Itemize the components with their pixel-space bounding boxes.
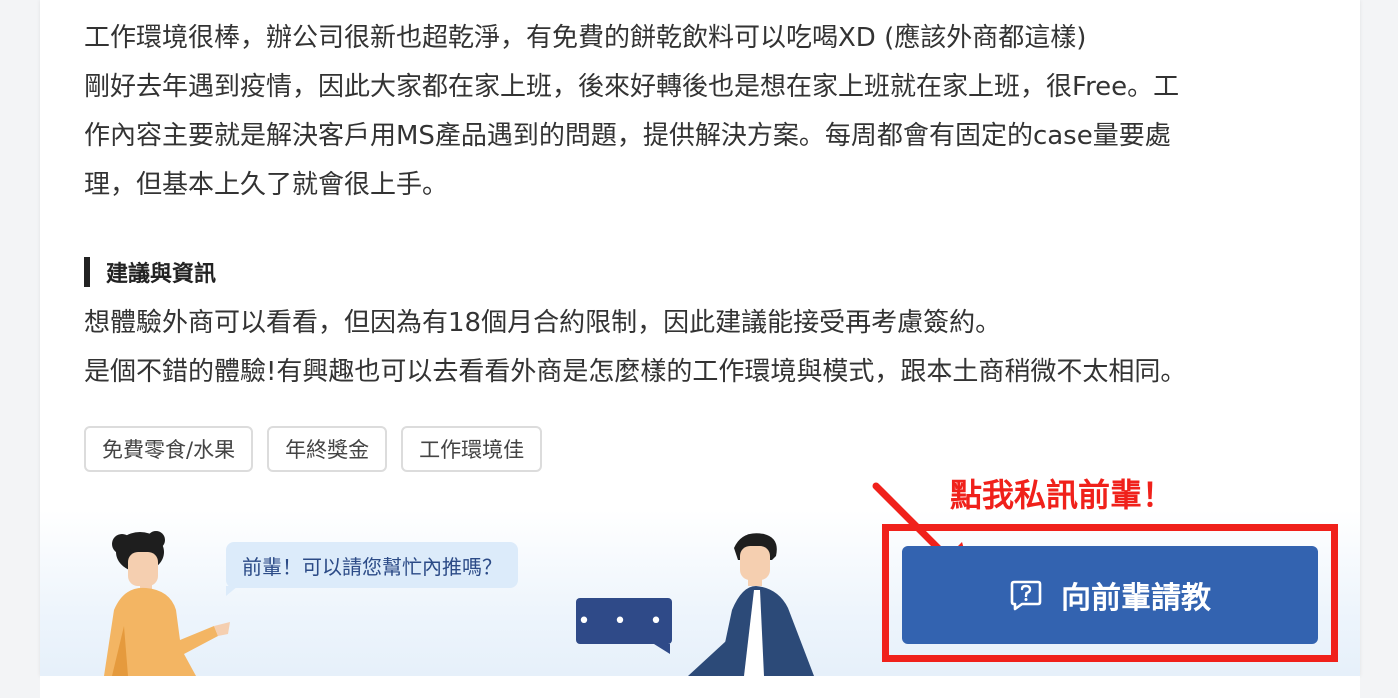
section-heading-bar: [84, 257, 90, 287]
section-heading-text: 建議與資訊: [106, 262, 217, 287]
review-text-line-3: 作內容主要就是解決客戶用MS產品遇到的問題，提供解決方案。每周都會有固定的cas…: [84, 121, 1171, 151]
ask-senior-button[interactable]: 向前輩請教: [902, 546, 1318, 644]
question-message-icon: [1010, 580, 1042, 611]
advice-text-line-2: 是個不錯的體驗!有興趣也可以去看看外商是怎麼樣的工作環境與模式，跟本土商稍微不太…: [84, 357, 1187, 387]
review-text-line-1: 工作環境很棒，辦公司很新也超乾淨，有免費的餅乾飲料可以吃喝XD (應該外商都這樣…: [84, 23, 1087, 53]
junior-person-illustration: [104, 531, 230, 676]
speech-bubble: 前輩！可以請您幫忙內推嗎？: [226, 542, 518, 588]
senior-person-illustration: [688, 533, 814, 676]
tag-free-snacks[interactable]: 免費零食/水果: [84, 426, 254, 472]
speech-bubble-tail: [226, 586, 238, 596]
tag-year-end-bonus[interactable]: 年終獎金: [267, 426, 388, 472]
typing-indicator: • • •: [576, 598, 672, 644]
cta-annotation: 點我私訊前輩！: [950, 476, 1175, 514]
tag-list: 免費零食/水果 年終獎金 工作環境佳: [84, 426, 543, 472]
ask-senior-button-label: 向前輩請教: [1061, 581, 1211, 616]
tag-good-environment[interactable]: 工作環境佳: [401, 426, 543, 472]
review-text-line-2: 剛好去年遇到疫情，因此大家都在家上班，後來好轉後也是想在家上班就在家上班，很Fr…: [84, 72, 1180, 102]
advice-text-line-1: 想體驗外商可以看看，但因為有18個月合約限制，因此建議能接受再考慮簽約。: [84, 308, 1002, 338]
review-text-line-4: 理，但基本上久了就會很上手。: [84, 170, 449, 200]
typing-indicator-tail: [654, 644, 670, 654]
section-heading-advice: 建議與資訊: [84, 256, 216, 288]
card-footer-strip: [40, 676, 1360, 698]
